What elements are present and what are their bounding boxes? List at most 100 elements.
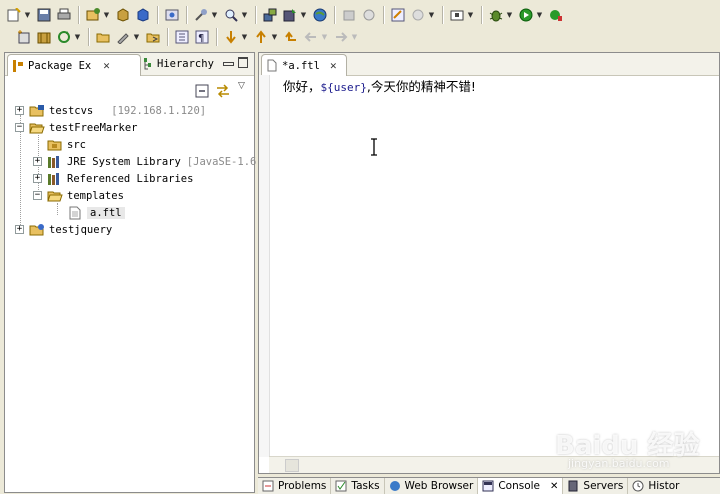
text-cursor-icon (369, 138, 379, 156)
debug-dropdown-icon[interactable]: ▼ (506, 7, 513, 23)
run-dropdown-icon[interactable]: ▼ (536, 7, 543, 23)
pen-tool-icon[interactable] (115, 29, 131, 45)
tree-item-jre-library[interactable]: + JRE System Library [JavaSE-1.6] (31, 153, 263, 170)
prev-annotation-icon[interactable] (253, 29, 269, 45)
expand-icon[interactable]: + (15, 106, 24, 115)
link-with-editor-icon[interactable] (215, 84, 231, 98)
package-explorer-panel: Package Ex ✕ Hierarchy ▽ + testcvs [192.… (4, 52, 263, 493)
pen-dropdown-icon[interactable]: ▼ (133, 29, 140, 45)
tab-package-explorer-label: Package Ex (28, 59, 92, 72)
tab-console[interactable]: Console ✕ (478, 478, 564, 494)
tree-item-templates[interactable]: − templates (31, 187, 124, 204)
settings-dropdown-icon[interactable]: ▼ (428, 7, 435, 23)
deploy-icon[interactable] (262, 7, 278, 23)
console-icon (482, 480, 494, 492)
toolbar-separator (216, 28, 217, 46)
collapse-all-icon[interactable] (195, 84, 209, 98)
view-menu-icon[interactable]: ▽ (238, 81, 245, 91)
tree-item-testfreemarker[interactable]: − testFreeMarker (13, 119, 138, 136)
save-icon[interactable] (36, 7, 52, 23)
editor-ruler (259, 75, 270, 457)
new-dropdown-icon[interactable]: ▼ (24, 7, 31, 23)
external-tools-dropdown-icon[interactable]: ▼ (467, 7, 474, 23)
close-icon[interactable]: ✕ (550, 481, 558, 492)
show-whitespace-icon[interactable]: ¶ (194, 29, 210, 45)
disabled-tool-icon[interactable] (341, 7, 357, 23)
close-icon[interactable]: ✕ (103, 59, 110, 72)
project-dropdown-icon[interactable]: ▼ (103, 7, 110, 23)
open-folder-icon[interactable] (95, 29, 111, 45)
run-icon[interactable] (518, 7, 534, 23)
build-icon[interactable] (193, 7, 209, 23)
tab-label: Web Browser (404, 480, 474, 492)
project-icon (29, 104, 45, 118)
tab-problems[interactable]: Problems (258, 478, 332, 494)
new-java-project-icon[interactable] (85, 7, 101, 23)
tree-item-a-ftl[interactable]: a.ftl (67, 204, 125, 221)
tab-label: Tasks (351, 480, 380, 492)
tree-item-src[interactable]: src (33, 136, 86, 153)
tasks-icon (335, 480, 347, 492)
search-icon[interactable] (223, 7, 239, 23)
scroll-left-arrow-icon[interactable] (285, 459, 299, 472)
minimize-icon[interactable] (223, 62, 234, 66)
new-web-project-icon[interactable] (36, 29, 52, 45)
editor-content-line-1[interactable]: 你好，${user},今天你的精神不错! (283, 76, 476, 95)
new-package-icon[interactable] (115, 7, 131, 23)
new-class-icon[interactable] (135, 7, 151, 23)
next-annotation-icon[interactable] (223, 29, 239, 45)
search-dropdown-icon[interactable]: ▼ (241, 7, 248, 23)
print-icon[interactable] (56, 7, 72, 23)
external-tools-icon[interactable] (449, 7, 465, 23)
new-server-icon[interactable] (16, 29, 32, 45)
disabled-tool-2-icon[interactable] (361, 7, 377, 23)
expand-icon[interactable]: + (15, 225, 24, 234)
maximize-icon[interactable] (238, 57, 248, 68)
tab-label: Histor (648, 480, 680, 492)
tab-hierarchy[interactable]: Hierarchy (139, 53, 219, 75)
back-dropdown-icon[interactable]: ▼ (321, 29, 328, 45)
next-annotation-dropdown-icon[interactable]: ▼ (241, 29, 248, 45)
tree-item-testcvs[interactable]: + testcvs [192.168.1.120] (13, 102, 206, 119)
editor-tabbar: *a.ftl ✕ (259, 53, 719, 76)
prev-annotation-dropdown-icon[interactable]: ▼ (271, 29, 278, 45)
main-toolbar-row-1: ▼ ▼ ▼ ▼ ▼ ▼ ▼ ▼ ▼ (4, 4, 720, 26)
collapse-icon[interactable]: − (33, 191, 42, 200)
tree-item-referenced-libraries[interactable]: + Referenced Libraries (31, 170, 193, 187)
folder-open-icon (47, 189, 63, 203)
close-icon[interactable]: ✕ (330, 59, 337, 72)
expand-icon[interactable]: + (33, 157, 42, 166)
tab-hierarchy-label: Hierarchy (157, 58, 214, 70)
globe-icon[interactable] (312, 7, 328, 23)
refresh-web-icon[interactable] (56, 29, 72, 45)
collapse-icon[interactable]: − (15, 123, 24, 132)
package-explorer-tabbar: Package Ex ✕ Hierarchy (5, 53, 254, 76)
disabled-settings-icon[interactable] (410, 7, 426, 23)
open-type-icon[interactable] (164, 7, 180, 23)
run-external-icon[interactable] (548, 7, 564, 23)
tab-history[interactable]: Histor (628, 478, 683, 494)
debug-icon[interactable] (488, 7, 504, 23)
back-icon[interactable] (303, 29, 319, 45)
wizard-icon[interactable] (390, 7, 406, 23)
editor-panel: *a.ftl ✕ (258, 52, 720, 474)
build-dropdown-icon[interactable]: ▼ (211, 7, 218, 23)
forward-icon[interactable] (333, 29, 349, 45)
last-edit-location-icon[interactable] (283, 29, 299, 45)
new-wizard-icon[interactable] (6, 7, 22, 23)
tab-tasks[interactable]: Tasks (331, 478, 385, 494)
server-dropdown-icon[interactable]: ▼ (300, 7, 307, 23)
folder-share-icon[interactable] (145, 29, 161, 45)
forward-dropdown-icon[interactable]: ▼ (351, 29, 358, 45)
tab-a-ftl-editor[interactable]: *a.ftl ✕ (261, 54, 347, 76)
refresh-dropdown-icon[interactable]: ▼ (74, 29, 81, 45)
source-folder-icon (47, 138, 63, 152)
tab-servers[interactable]: Servers (563, 478, 629, 494)
tree-item-label: testFreeMarker (49, 121, 138, 134)
toggle-mark-icon[interactable] (174, 29, 190, 45)
tab-web-browser[interactable]: Web Browser (385, 478, 479, 494)
expand-icon[interactable]: + (33, 174, 42, 183)
tab-package-explorer[interactable]: Package Ex ✕ (7, 54, 141, 76)
server-run-icon[interactable] (282, 7, 298, 23)
tree-item-testjquery[interactable]: + testjquery (13, 221, 112, 238)
